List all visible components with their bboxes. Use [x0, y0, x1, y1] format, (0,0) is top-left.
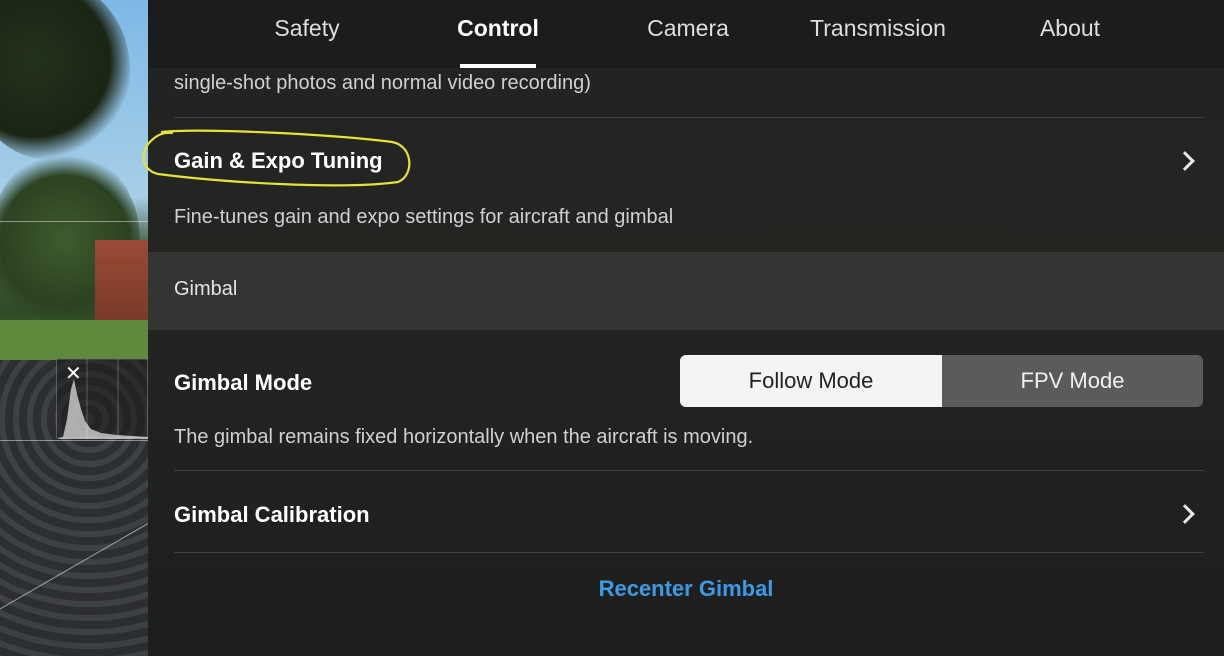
- gimbal-mode-description: The gimbal remains fixed horizontally wh…: [174, 426, 754, 448]
- gain-expo-tuning-row[interactable]: Gain & Expo Tuning Fine-tunes gain and e…: [148, 120, 1224, 248]
- tab-label: About: [1039, 15, 1101, 41]
- lawn: [0, 320, 148, 360]
- brick-building: [95, 240, 148, 320]
- gimbal-calibration-title: Gimbal Calibration: [174, 502, 370, 527]
- tab-about[interactable]: About: [1020, 0, 1120, 68]
- gain-expo-title: Gain & Expo Tuning: [174, 148, 383, 173]
- settings-panel: Safety Control Camera Transmission About…: [148, 0, 1224, 656]
- divider: [174, 552, 1204, 553]
- gimbal-mode-title: Gimbal Mode: [174, 370, 313, 395]
- camera-live-view: ✕: [0, 0, 148, 656]
- tab-control[interactable]: Control: [448, 0, 548, 68]
- tab-camera[interactable]: Camera: [633, 0, 743, 68]
- gimbal-mode-selector[interactable]: Follow Mode FPV Mode: [680, 355, 1203, 407]
- tab-label: Camera: [647, 15, 729, 41]
- camera-grid-line: [0, 221, 148, 222]
- tab-transmission[interactable]: Transmission: [798, 0, 958, 68]
- tab-safety[interactable]: Safety: [258, 0, 356, 68]
- tab-label: Safety: [274, 15, 340, 41]
- tree-silhouette: [0, 0, 130, 160]
- divider: [174, 470, 1204, 471]
- tab-label: Control: [457, 15, 539, 41]
- follow-mode-option[interactable]: Follow Mode: [680, 355, 942, 407]
- tab-label: Transmission: [810, 15, 946, 41]
- chevron-right-icon: [1175, 504, 1195, 524]
- divider: [174, 117, 1204, 118]
- photo-mode-description: single-shot photos and normal video reco…: [174, 72, 591, 94]
- gimbal-section-header: Gimbal: [148, 252, 1224, 330]
- camera-grid-line: [0, 440, 148, 441]
- close-icon[interactable]: ✕: [65, 363, 82, 383]
- tab-bar: Safety Control Camera Transmission About: [148, 0, 1224, 68]
- fpv-mode-option[interactable]: FPV Mode: [942, 355, 1203, 407]
- gain-expo-description: Fine-tunes gain and expo settings for ai…: [174, 206, 674, 228]
- gimbal-section-label: Gimbal: [174, 278, 238, 300]
- settings-list[interactable]: single-shot photos and normal video reco…: [148, 68, 1224, 656]
- histogram-panel[interactable]: ✕: [56, 358, 148, 439]
- gimbal-calibration-row[interactable]: Gimbal Calibration: [148, 472, 1224, 550]
- chevron-right-icon: [1175, 151, 1195, 171]
- recenter-gimbal-button[interactable]: Recenter Gimbal: [148, 576, 1224, 602]
